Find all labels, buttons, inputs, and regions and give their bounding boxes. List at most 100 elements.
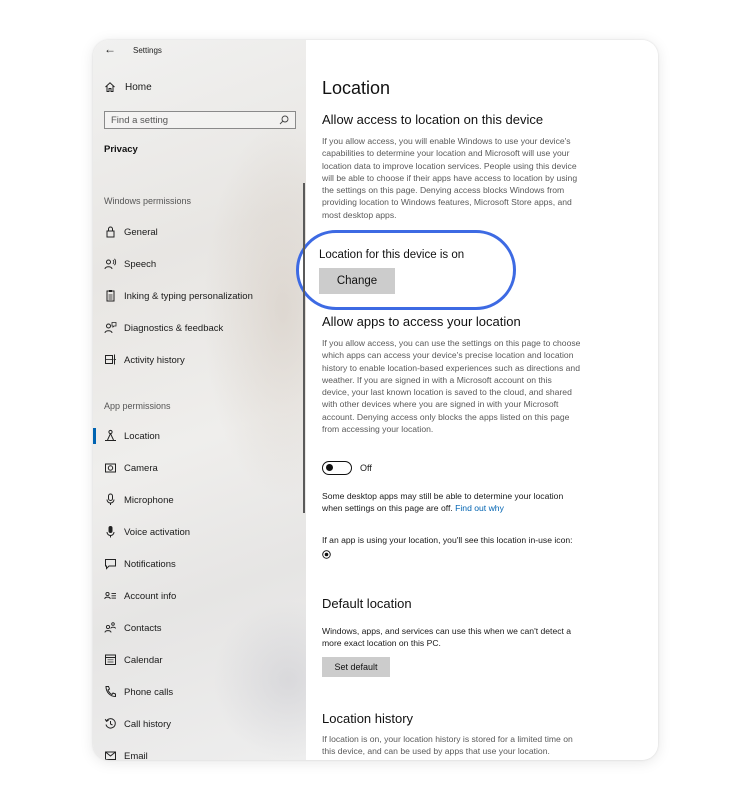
sidebar-item-label: Diagnostics & feedback <box>124 323 224 334</box>
set-default-button[interactable]: Set default <box>322 657 390 677</box>
text-line: will be able to choose if their apps hav… <box>322 172 578 183</box>
sidebar-item-phone-calls[interactable]: Phone calls <box>93 680 306 704</box>
text-line: device, your last known location is save… <box>322 387 572 398</box>
text-line: when settings on this page are off. Find… <box>322 502 626 514</box>
text-line: weather. If you are signed in with a Mic… <box>322 374 552 385</box>
sidebar-item-label: Inking & typing personalization <box>124 291 253 302</box>
text-line: If you allow access, you can use the set… <box>322 338 581 348</box>
text-line: this device, and can be used by apps tha… <box>322 746 550 757</box>
email-icon <box>105 751 116 760</box>
voice-icon <box>106 526 115 538</box>
text-line: the settings on this page. Denying acces… <box>322 185 565 196</box>
search-icon[interactable] <box>279 115 289 125</box>
desktop-apps-note: Some desktop apps may still be able to d… <box>322 490 626 515</box>
sidebar-item-speech[interactable]: Speech <box>93 252 306 276</box>
sidebar-item-label: Contacts <box>124 623 162 634</box>
sidebar-item-calendar[interactable]: Calendar <box>93 648 306 672</box>
text-line: If location is on, your location history… <box>322 734 573 744</box>
sidebar-item-camera[interactable]: Camera <box>93 456 306 480</box>
title-bar: ← Settings <box>93 40 306 62</box>
sidebar-item-label: Email <box>124 751 148 760</box>
notification-icon <box>105 559 116 570</box>
sidebar-item-email[interactable]: Email <box>93 744 306 760</box>
settings-window: ← Settings Home Privacy Windows permissi… <box>93 40 658 760</box>
sidebar-scrollbar[interactable] <box>303 183 305 513</box>
feedback-icon <box>104 322 117 334</box>
sidebar-item-label: Notifications <box>124 559 176 570</box>
location-icon <box>105 429 116 441</box>
home-icon <box>105 82 115 92</box>
main-content: Location Allow access to location on thi… <box>296 40 658 760</box>
section-label-windows-permissions: Windows permissions <box>104 196 192 206</box>
text-line: providing location to Windows features, … <box>322 197 572 208</box>
allow-apps-description: If you allow access, you can use the set… <box>322 337 626 435</box>
lock-icon <box>106 226 115 238</box>
default-location-description: Windows, apps, and services can use this… <box>322 625 626 650</box>
text-line: history to enable location-based experie… <box>322 362 580 373</box>
text-line: more exact location on this PC. <box>322 638 441 649</box>
sidebar-item-label: Account info <box>124 591 177 602</box>
sidebar-item-microphone[interactable]: Microphone <box>93 488 306 512</box>
change-button[interactable]: Change <box>319 268 395 294</box>
text-line: from accessing your location. <box>322 424 434 435</box>
text-line: most desktop apps. <box>322 209 397 220</box>
search-input[interactable] <box>111 115 271 126</box>
text-line-content: when settings on this page are off. <box>322 503 453 514</box>
sidebar-item-label: Phone calls <box>124 687 174 698</box>
clipboard-icon <box>106 290 115 302</box>
inuse-note: If an app is using your location, you'll… <box>322 535 573 545</box>
text-line: capabilities to determine your location … <box>322 148 570 159</box>
camera-icon <box>105 463 116 473</box>
sidebar-item-inking-typing[interactable]: Inking & typing personalization <box>93 284 306 308</box>
device-location-status: Location for this device is on <box>319 249 465 261</box>
speech-icon <box>104 258 117 270</box>
sidebar-item-label: Calendar <box>124 655 163 666</box>
contacts-icon <box>104 622 116 633</box>
text-line: location data to improve location servic… <box>322 160 577 171</box>
text-line: If you allow access, you will enable Win… <box>322 136 571 146</box>
phone-icon <box>105 686 116 698</box>
sidebar-item-notifications[interactable]: Notifications <box>93 552 306 576</box>
category-heading: Privacy <box>104 144 138 155</box>
toggle-knob <box>326 464 333 471</box>
page-title: Location <box>322 78 391 98</box>
back-arrow-icon[interactable]: ← <box>104 42 116 56</box>
sidebar-item-location[interactable]: Location <box>93 424 306 448</box>
text-line: Some desktop apps may still be able to d… <box>322 491 564 501</box>
location-inuse-icon <box>322 550 331 559</box>
toggle-state-label: Off <box>360 463 372 473</box>
text-line: account. Denying access only blocks the … <box>322 411 570 422</box>
home-label: Home <box>125 82 152 93</box>
location-history-heading: Location history <box>322 711 414 726</box>
sidebar-item-diagnostics[interactable]: Diagnostics & feedback <box>93 316 306 340</box>
active-indicator <box>93 428 96 444</box>
search-box[interactable] <box>104 111 296 129</box>
allow-apps-heading: Allow apps to access your location <box>322 314 521 329</box>
sidebar-item-label: Activity history <box>124 355 185 366</box>
activity-icon <box>105 354 116 365</box>
sidebar-item-home[interactable]: Home <box>93 78 306 98</box>
text-line: which apps can access your device's prec… <box>322 350 574 361</box>
app-title: Settings <box>133 46 162 55</box>
sidebar-item-contacts[interactable]: Contacts <box>93 616 306 640</box>
sidebar-item-label: General <box>124 227 158 238</box>
text-line: with other devices where you are signed … <box>322 399 559 410</box>
history-icon <box>104 718 116 729</box>
sidebar-item-voice-activation[interactable]: Voice activation <box>93 520 306 544</box>
text-line: Windows, apps, and services can use this… <box>322 626 572 636</box>
allow-access-heading: Allow access to location on this device <box>322 112 544 127</box>
sidebar-item-label: Location <box>124 431 160 442</box>
default-location-heading: Default location <box>322 596 412 611</box>
sidebar-item-activity-history[interactable]: Activity history <box>93 348 306 372</box>
find-out-why-link[interactable]: Find out why <box>455 503 504 513</box>
location-history-description: If location is on, your location history… <box>322 733 626 758</box>
sidebar: ← Settings Home Privacy Windows permissi… <box>93 40 306 760</box>
account-icon <box>104 591 116 600</box>
sidebar-item-general[interactable]: General <box>93 220 306 244</box>
sidebar-item-label: Call history <box>124 719 171 730</box>
sidebar-item-call-history[interactable]: Call history <box>93 712 306 736</box>
sidebar-item-label: Voice activation <box>124 527 191 538</box>
app-location-toggle[interactable] <box>322 461 352 475</box>
microphone-icon <box>106 493 115 505</box>
sidebar-item-account-info[interactable]: Account info <box>93 584 306 608</box>
